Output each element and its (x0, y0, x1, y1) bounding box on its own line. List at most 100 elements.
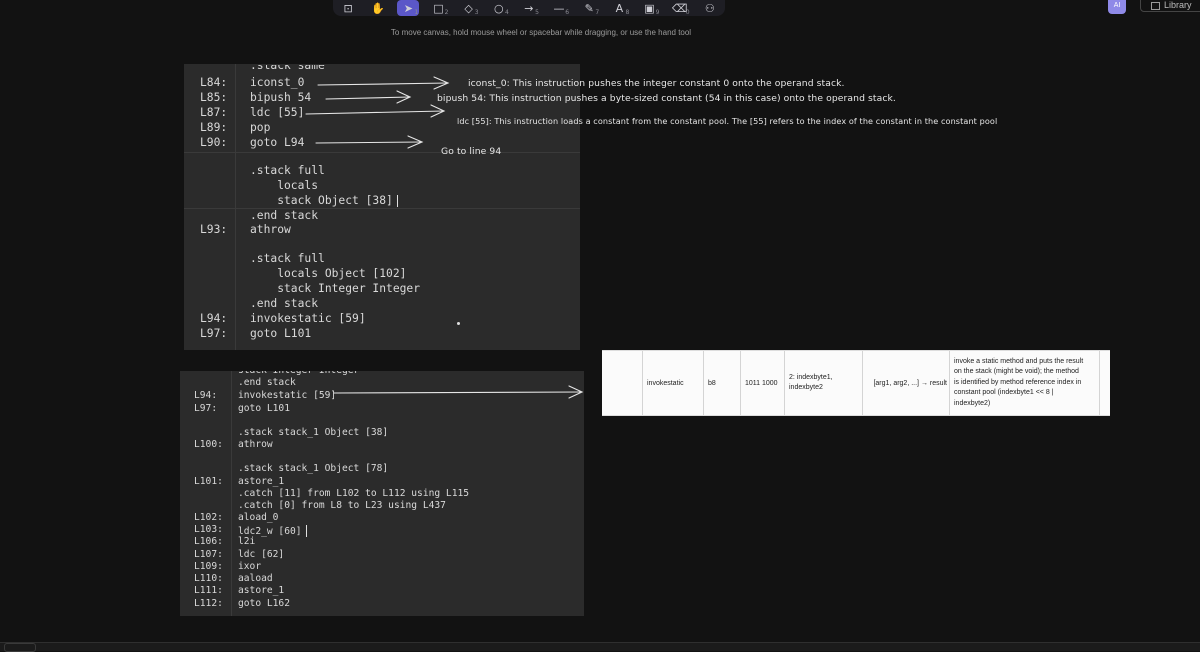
text-cursor (306, 525, 307, 537)
code-line: .stack full (250, 253, 325, 264)
code-line: iconst_0 (250, 77, 304, 88)
code-line: goto L94 (250, 137, 304, 148)
code-line: astore_1 (238, 586, 284, 596)
code-line: bipush 54 (250, 92, 311, 103)
line-label: L87: (200, 107, 227, 118)
extra-tools-icon: ⚇ (705, 2, 715, 15)
hand-tool[interactable]: ✋ (367, 0, 389, 16)
hand-icon: ✋ (371, 2, 385, 15)
line-label: L107: (194, 550, 223, 560)
code-line: aload_0 (238, 513, 278, 523)
shortcut-key: 8 (626, 9, 630, 16)
pencil-tool[interactable]: ✎7 (578, 0, 600, 16)
diamond-tool[interactable]: ◇3 (458, 0, 480, 16)
line-label: L102: (194, 513, 223, 523)
description-line: constant pool (indexbyte1 << 8 | (954, 388, 1054, 399)
code-line: ixor (238, 562, 261, 572)
annotation-ldc[interactable]: ldc [55]: This instruction loads a const… (457, 116, 997, 126)
shortcut-key: 1 (415, 9, 419, 16)
code-line: l2i (238, 537, 255, 547)
code-line: locals Object [102] (250, 268, 406, 279)
block-separator (184, 152, 580, 153)
ai-button[interactable]: AI (1108, 0, 1126, 14)
other-bytes-line: 2: indexbyte1, (789, 373, 833, 384)
code-line: stack Object [38] (250, 195, 398, 207)
code-line: ldc [55] (250, 107, 304, 118)
line-label: L90: (200, 137, 227, 148)
other-bytes-cell: 2: indexbyte1, indexbyte2 (784, 351, 862, 415)
code-line: goto L101 (250, 328, 311, 339)
arrow-icon: → (524, 2, 533, 15)
code-line: locals (250, 180, 318, 191)
line-label: L103: (194, 525, 223, 535)
eraser-tool[interactable]: ⌫0 (669, 0, 691, 16)
ellipse-tool[interactable]: ○4 (488, 0, 510, 16)
line-label: L97: (194, 404, 217, 414)
text-tool[interactable]: A8 (608, 0, 630, 16)
code-line: goto L101 (238, 404, 290, 414)
description-cell: invoke a static method and puts the resu… (949, 351, 1099, 415)
annotation-goto[interactable]: Go to line 94 (441, 146, 501, 157)
code-line: .end stack (238, 378, 296, 388)
opcode-hex-cell: b8 (703, 351, 740, 415)
annotation-iconst[interactable]: iconst_0: This instruction pushes the in… (468, 78, 845, 89)
shortcut-key: 3 (475, 9, 479, 16)
code-line: .stack same (250, 60, 325, 71)
line-label: L97: (200, 328, 227, 339)
arrow-tool[interactable]: →5 (518, 0, 540, 16)
line-label: L89: (200, 122, 227, 133)
canvas-hint: To move canvas, hold mouse wheel or spac… (0, 28, 1082, 37)
code-line: .stack full (250, 165, 325, 176)
library-label: Library (1164, 0, 1192, 10)
bottom-menu-button[interactable] (4, 643, 36, 652)
opcode-binary-cell: 1011 1000 (740, 351, 784, 415)
code-line: stack Integer Integer (250, 283, 420, 294)
line-label: L94: (194, 391, 217, 401)
line-label: L94: (200, 313, 227, 324)
code-line: ldc [62] (238, 550, 284, 560)
opcode-reference-row: invokestatic b8 1011 1000 2: indexbyte1,… (602, 350, 1110, 416)
image-tool[interactable]: ▣9 (638, 0, 660, 16)
diamond-icon: ◇ (464, 2, 472, 15)
library-button[interactable]: Library (1140, 0, 1200, 12)
line-label: L109: (194, 562, 223, 572)
code-line: .stack stack_1 Object [78] (238, 464, 388, 474)
rectangle-icon: □ (433, 2, 443, 15)
line-label: L112: (194, 599, 223, 609)
bytecode-panel-bottom[interactable]: stack Integer Integer.end stackL94:invok… (180, 371, 584, 616)
gutter-divider (231, 371, 232, 616)
gutter-divider (235, 64, 236, 350)
stack-cell: [arg1, arg2, ...] → result (862, 351, 949, 415)
stray-dot (457, 322, 460, 325)
shortcut-key: 5 (535, 9, 539, 16)
mnemonic-cell: invokestatic (642, 351, 703, 415)
code-line: stack Integer Integer (238, 366, 359, 376)
shortcut-key: 7 (595, 9, 599, 16)
annotation-bipush[interactable]: bipush 54: This instruction pushes a byt… (437, 93, 896, 104)
description-line: indexbyte2) (954, 399, 990, 410)
other-bytes-line: indexbyte2 (789, 383, 823, 394)
shortcut-key: 0 (686, 9, 690, 16)
selection-cursor-icon: ➤ (404, 2, 413, 15)
code-line: invokestatic [59] (250, 313, 366, 324)
pencil-icon: ✎ (585, 2, 594, 15)
line-icon: — (554, 2, 565, 15)
line-tool[interactable]: —6 (548, 0, 570, 16)
code-line: pop (250, 122, 270, 133)
lock-tool[interactable]: ⊡ (337, 0, 359, 16)
line-label: L111: (194, 586, 223, 596)
lock-icon: ⊡ (343, 2, 352, 15)
selection-cursor-tool[interactable]: ➤1 (397, 0, 419, 16)
line-label: L84: (200, 77, 227, 88)
code-line: .end stack (250, 210, 318, 221)
shortcut-key: 4 (505, 9, 509, 16)
extra-tools-tool[interactable]: ⚇ (699, 0, 721, 16)
code-line: .catch [0] from L8 to L23 using L437 (238, 501, 446, 511)
bytecode-panel-top[interactable]: .stack sameL84:iconst_0L85:bipush 54L87:… (184, 64, 580, 350)
library-icon (1151, 2, 1160, 10)
line-label: L101: (194, 477, 223, 487)
code-line: .end stack (250, 298, 318, 309)
rectangle-tool[interactable]: □2 (427, 0, 449, 16)
line-label: L85: (200, 92, 227, 103)
shortcut-key: 2 (445, 9, 449, 16)
